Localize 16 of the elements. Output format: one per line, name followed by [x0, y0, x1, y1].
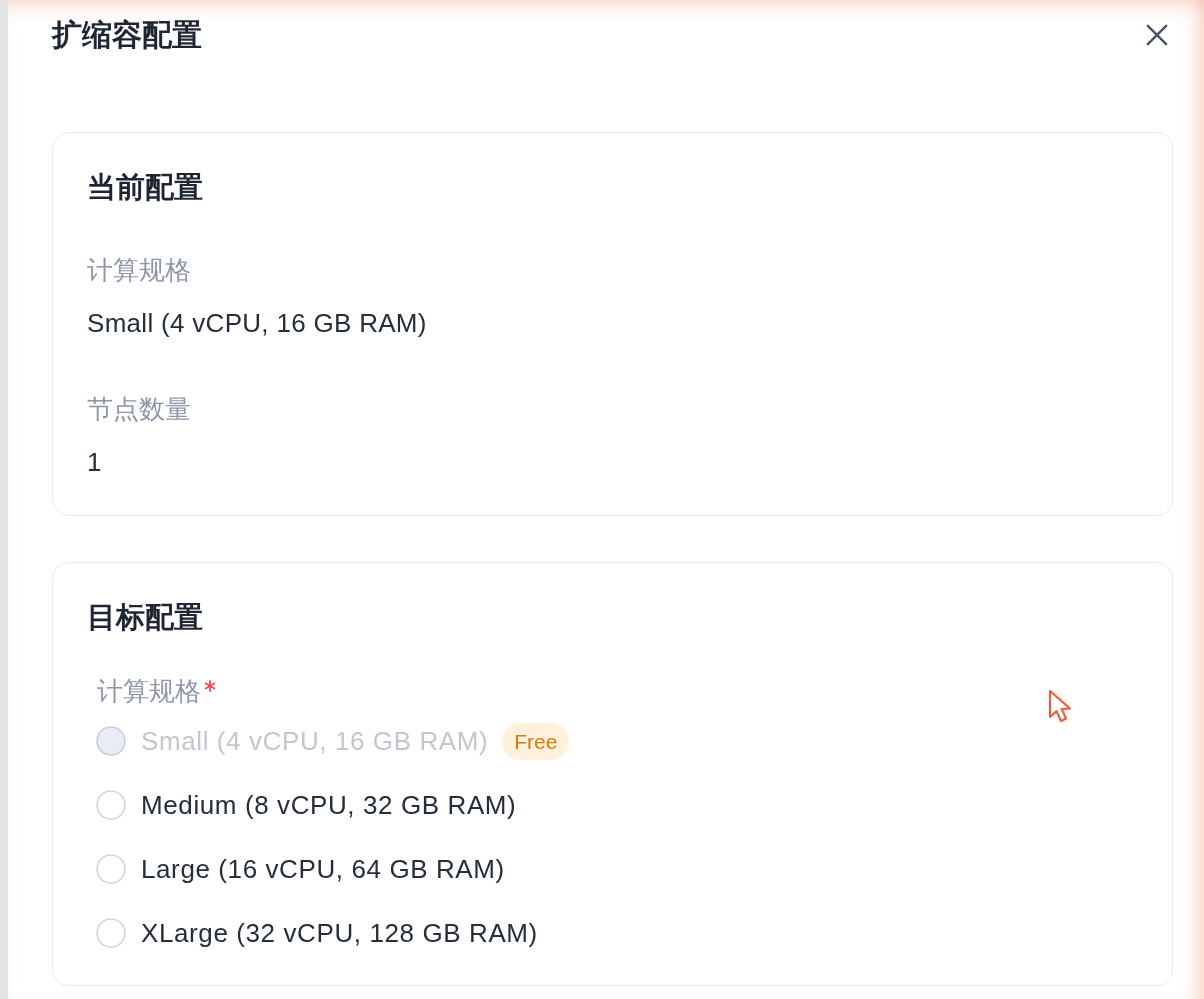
radio-button[interactable] [96, 918, 126, 948]
card-title: 当前配置 [87, 170, 203, 205]
option-label[interactable]: Medium (8 vCPU, 32 GB RAM) [141, 788, 517, 822]
option-label[interactable]: XLarge (32 vCPU, 128 GB RAM) [141, 916, 538, 950]
field-value: 1 [87, 446, 102, 479]
free-badge: Free [502, 722, 570, 760]
close-icon[interactable] [1146, 24, 1168, 46]
card-title: 目标配置 [87, 600, 203, 635]
radio-button[interactable] [96, 854, 126, 884]
field-label: 节点数量 [87, 393, 191, 426]
field-label: 计算规格 [87, 254, 191, 287]
option-label[interactable]: Large (16 vCPU, 64 GB RAM) [141, 852, 505, 886]
radio-button[interactable] [96, 790, 126, 820]
field-label: 计算规格 [97, 675, 201, 708]
field-value: Small (4 vCPU, 16 GB RAM) [87, 307, 427, 340]
drawer-title: 扩缩容配置 [52, 17, 202, 53]
